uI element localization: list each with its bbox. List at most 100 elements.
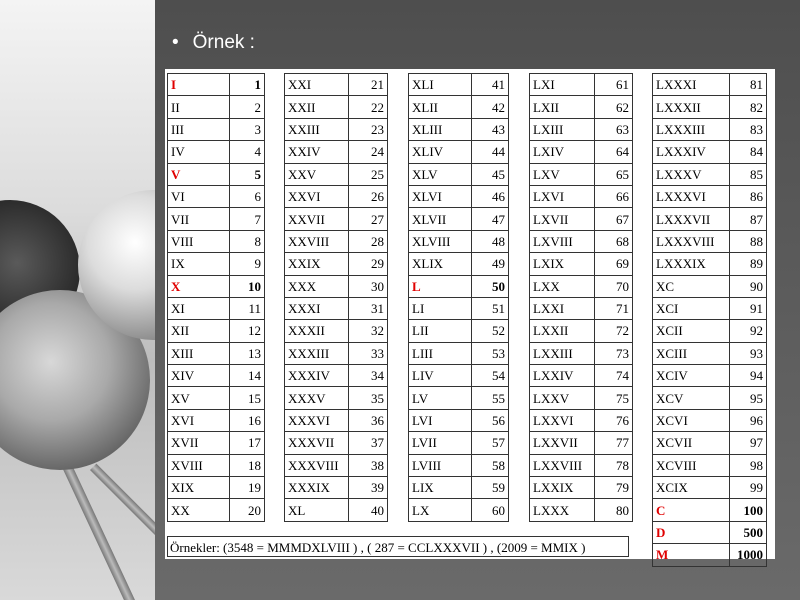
roman-numeral-cell: LX	[408, 498, 472, 522]
arabic-number-cell: 53	[471, 341, 509, 366]
table-row: XXXIII 33	[284, 341, 388, 366]
roman-numeral-cell: LII	[408, 319, 472, 343]
roman-numeral-cell: XXX	[284, 274, 349, 298]
table-row: LVI 56	[408, 408, 509, 433]
table-row: VII 7	[167, 207, 265, 231]
roman-numeral-cell: XLIX	[408, 252, 472, 276]
slide-heading: • Örnek :	[172, 32, 255, 54]
table-row: LIX 59	[408, 476, 509, 500]
table-row: D 500	[652, 520, 767, 545]
table-row: XCVIII 98	[652, 453, 767, 478]
table-row: M 1000	[652, 543, 767, 567]
roman-numeral-cell: XXXI	[284, 296, 349, 321]
roman-numeral-cell: LIII	[408, 341, 472, 366]
table-row: XCVI 96	[652, 408, 767, 433]
table-row: LXXV 75	[529, 386, 633, 410]
arabic-number-cell: 25	[348, 162, 388, 186]
roman-numeral-cell: LXVIII	[529, 229, 595, 254]
arabic-number-cell: 44	[471, 140, 509, 164]
table-row: LXVIII 68	[529, 229, 633, 254]
table-row: LXXXVIII 88	[652, 229, 767, 254]
arabic-number-cell: 500	[729, 520, 767, 545]
arabic-number-cell: 57	[471, 431, 509, 455]
roman-numeral-cell: V	[167, 162, 230, 186]
roman-numeral-cell: LXXXII	[652, 95, 730, 119]
numeral-table-61-80: LXI 61 LXII 62 LXIII 63 LXIV 64 LXV 65 LXVI 66 LXVII…	[529, 72, 633, 522]
table-row: XCVII 97	[652, 431, 767, 455]
table-row: XCI 91	[652, 296, 767, 321]
roman-numeral-cell: XI	[167, 296, 230, 321]
arabic-number-cell: 43	[471, 117, 509, 142]
bullet-icon: •	[172, 32, 179, 53]
table-row: LXV 65	[529, 162, 633, 186]
table-row: XXX 30	[284, 274, 388, 298]
roman-numeral-cell: XIII	[167, 341, 230, 366]
table-row: XLVI 46	[408, 184, 509, 209]
table-row: LXXXIII 83	[652, 117, 767, 142]
roman-numeral-cell: LXXXVI	[652, 184, 730, 209]
roman-numeral-cell: VI	[167, 184, 230, 209]
table-row: XXXI 31	[284, 296, 388, 321]
roman-numeral-cell: LXIX	[529, 252, 595, 276]
roman-numeral-cell: LXXI	[529, 296, 595, 321]
roman-numeral-cell: LXXVIII	[529, 453, 595, 478]
examples-note: Örnekler: (3548 = MMMDXLVIII ) , ( 287 =…	[167, 536, 629, 557]
arabic-number-cell: 61	[594, 72, 633, 97]
roman-numeral-cell: XXXIX	[284, 476, 349, 500]
table-row: LXXIV 74	[529, 364, 633, 388]
table-row: IV 4	[167, 140, 265, 164]
table-row: XIII 13	[167, 341, 265, 366]
roman-numeral-cell: XVII	[167, 431, 230, 455]
arabic-number-cell: 84	[729, 140, 767, 164]
roman-numeral-cell: LXXXVII	[652, 207, 730, 231]
arabic-number-cell: 17	[229, 431, 265, 455]
arabic-number-cell: 1	[229, 72, 265, 97]
roman-numeral-cell: XXXVI	[284, 408, 349, 433]
roman-numeral-cell: XCIII	[652, 341, 730, 366]
arabic-number-cell: 69	[594, 252, 633, 276]
table-row: XXXVIII 38	[284, 453, 388, 478]
roman-numeral-cell: XXIV	[284, 140, 349, 164]
arabic-number-cell: 65	[594, 162, 633, 186]
arabic-number-cell: 98	[729, 453, 767, 478]
arabic-number-cell: 88	[729, 229, 767, 254]
table-row: LXXXV 85	[652, 162, 767, 186]
arabic-number-cell: 92	[729, 319, 767, 343]
arabic-number-cell: 11	[229, 296, 265, 321]
arabic-number-cell: 49	[471, 252, 509, 276]
numeral-table-21-40: XXI 21 XXII 22 XXIII 23 XXIV 24 XXV 25 XXVI 26 XXVII…	[284, 72, 388, 522]
roman-numeral-cell: LXXVI	[529, 408, 595, 433]
roman-numeral-cell: XLVIII	[408, 229, 472, 254]
roman-numeral-cell: D	[652, 520, 730, 545]
table-row: XXXII 32	[284, 319, 388, 343]
table-row: XCIII 93	[652, 341, 767, 366]
roman-numeral-cell: XCII	[652, 319, 730, 343]
table-row: XXVII 27	[284, 207, 388, 231]
arabic-number-cell: 78	[594, 453, 633, 478]
table-row: XXV 25	[284, 162, 388, 186]
arabic-number-cell: 40	[348, 498, 388, 522]
arabic-number-cell: 59	[471, 476, 509, 500]
table-row: LXXVI 76	[529, 408, 633, 433]
arabic-number-cell: 10	[229, 274, 265, 298]
roman-numeral-cell: II	[167, 95, 230, 119]
roman-numeral-cell: LXIV	[529, 140, 595, 164]
table-row: XLIII 43	[408, 117, 509, 142]
arabic-number-cell: 79	[594, 476, 633, 500]
arabic-number-cell: 50	[471, 274, 509, 298]
table-row: LIII 53	[408, 341, 509, 366]
arabic-number-cell: 38	[348, 453, 388, 478]
roman-numeral-cell: XCV	[652, 386, 730, 410]
roman-numeral-cell: XCVII	[652, 431, 730, 455]
table-row: XXVIII 28	[284, 229, 388, 254]
roman-numeral-cell: VIII	[167, 229, 230, 254]
table-row: LXXXIX 89	[652, 252, 767, 276]
roman-numeral-cell: LV	[408, 386, 472, 410]
arabic-number-cell: 60	[471, 498, 509, 522]
table-row: XIX 19	[167, 476, 265, 500]
table-row: LXIX 69	[529, 252, 633, 276]
arabic-number-cell: 86	[729, 184, 767, 209]
table-row: LXXVII 77	[529, 431, 633, 455]
numeral-table-81-1000: LXXXI 81 LXXXII 82 LXXXIII 83 LXXXIV 84 LXXXV 85 L…	[652, 72, 767, 567]
arabic-number-cell: 5	[229, 162, 265, 186]
